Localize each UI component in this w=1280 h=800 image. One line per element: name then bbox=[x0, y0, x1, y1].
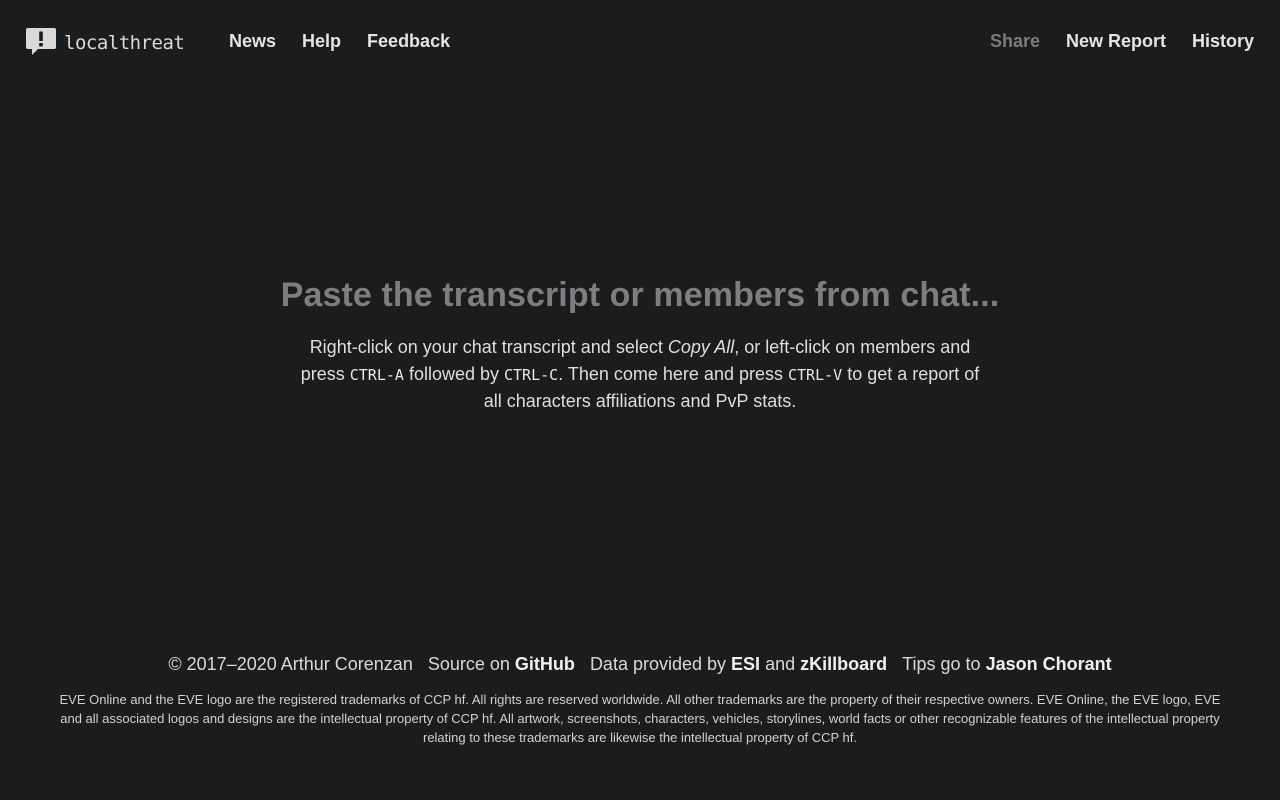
key-ctrl-v: CTRL-V bbox=[788, 365, 843, 384]
copyright-text: © 2017–2020 Arthur Corenzan bbox=[168, 654, 413, 674]
credits-line: © 2017–2020 Arthur Corenzan Source on Gi… bbox=[0, 652, 1280, 676]
copy-all-term: Copy All bbox=[667, 337, 735, 357]
tips-prefix: Tips go to bbox=[902, 654, 981, 674]
instructions-text: Right-click on your chat transcript and … bbox=[290, 334, 990, 415]
tips-credit: Tips go to Jason Chorant bbox=[902, 654, 1111, 674]
new-report-button[interactable]: New Report bbox=[1066, 30, 1166, 52]
footer: © 2017–2020 Arthur Corenzan Source on Gi… bbox=[0, 652, 1280, 747]
paste-prompt: Paste the transcript or members from cha… bbox=[0, 272, 1280, 415]
github-link[interactable]: GitHub bbox=[515, 654, 575, 674]
top-nav: localthreat News Help Feedback Share New… bbox=[0, 0, 1280, 84]
page-title: Paste the transcript or members from cha… bbox=[280, 276, 1000, 314]
jason-chorant-link[interactable]: Jason Chorant bbox=[986, 654, 1112, 674]
history-button[interactable]: History bbox=[1192, 30, 1254, 52]
key-ctrl-c: CTRL-C bbox=[504, 365, 559, 384]
instr-part-3: followed by bbox=[403, 363, 504, 384]
instr-part-1: Right-click on your chat transcript and … bbox=[309, 337, 668, 357]
page: localthreat News Help Feedback Share New… bbox=[0, 0, 1280, 800]
key-ctrl-a: CTRL-A bbox=[349, 365, 404, 384]
report-nav: Share New Report History bbox=[990, 30, 1254, 52]
primary-nav: News Help Feedback bbox=[229, 30, 450, 52]
and-text: and bbox=[765, 654, 796, 674]
share-button[interactable]: Share bbox=[990, 30, 1040, 52]
nav-help[interactable]: Help bbox=[302, 30, 341, 52]
brand-name: localthreat bbox=[64, 31, 185, 54]
esi-link[interactable]: ESI bbox=[731, 654, 760, 674]
brand-logo-link[interactable]: localthreat bbox=[26, 28, 185, 56]
legal-notice: EVE Online and the EVE logo are the regi… bbox=[59, 692, 1221, 745]
nav-feedback[interactable]: Feedback bbox=[367, 30, 450, 52]
speech-bubble-exclamation-icon bbox=[26, 28, 56, 55]
source-credit: Source on GitHub bbox=[428, 654, 575, 674]
zkillboard-link[interactable]: zKillboard bbox=[800, 654, 887, 674]
instr-part-4: . Then come here and press bbox=[558, 363, 788, 384]
data-credit: Data provided by ESI and zKillboard bbox=[590, 654, 887, 674]
nav-news[interactable]: News bbox=[229, 30, 276, 52]
source-prefix: Source on bbox=[427, 654, 510, 674]
data-prefix: Data provided by bbox=[589, 654, 727, 674]
